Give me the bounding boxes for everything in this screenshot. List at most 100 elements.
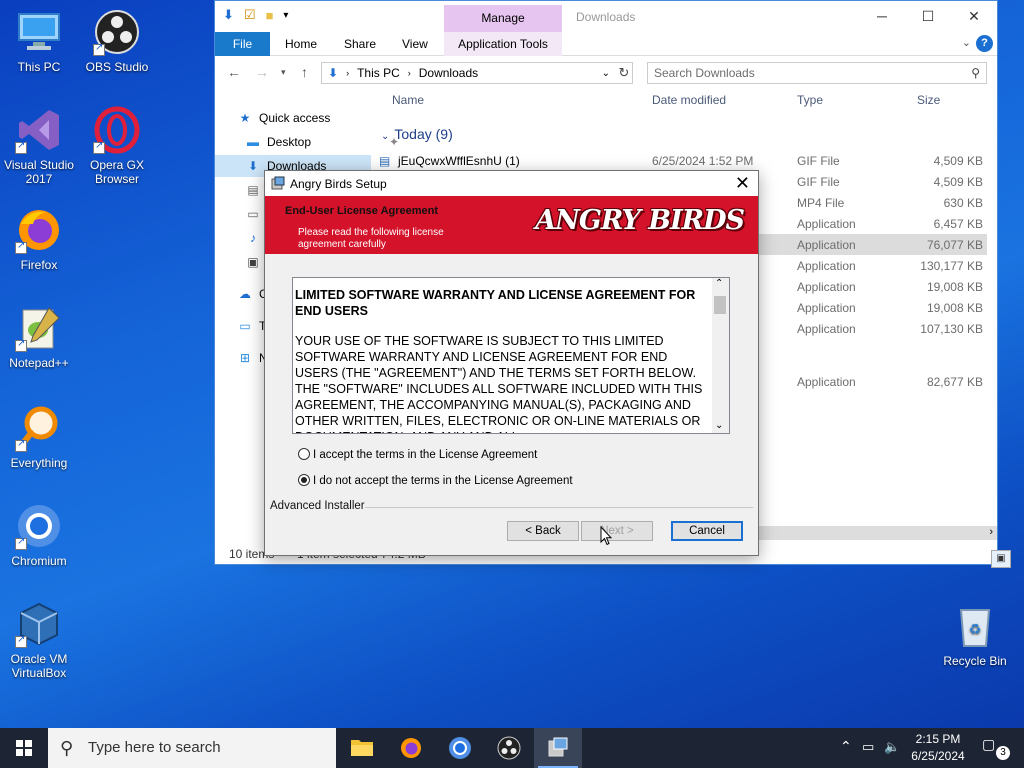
accept-radio[interactable]: I accept the terms in the License Agreem… bbox=[298, 448, 537, 461]
firefox-icon bbox=[15, 206, 63, 254]
license-scrollbar[interactable]: ⌃ ⌄ bbox=[712, 278, 729, 433]
shortcut-arrow-icon bbox=[15, 634, 27, 648]
row-size: 19,008 KB bbox=[926, 301, 983, 315]
taskbar-search-input[interactable]: ⚲ Type here to search bbox=[48, 728, 336, 768]
large-icons-view-icon[interactable]: ▣ bbox=[991, 550, 1011, 568]
up-arrow-icon[interactable]: ↑ bbox=[301, 64, 308, 80]
column-header-size[interactable]: Size bbox=[917, 93, 940, 107]
desktop-icon-recycle-bin[interactable]: ♻ Recycle Bin bbox=[936, 602, 1014, 668]
row-type: GIF File bbox=[797, 154, 840, 168]
scroll-thumb[interactable] bbox=[714, 296, 726, 314]
banner-subheading: Please read the following license agreem… bbox=[298, 227, 444, 250]
search-input[interactable]: Search Downloads ⚲ bbox=[647, 62, 987, 84]
chevron-down-icon[interactable]: ⌄ bbox=[962, 36, 971, 49]
video-icon: ▣ bbox=[247, 255, 259, 269]
shortcut-arrow-icon bbox=[15, 338, 27, 352]
back-button[interactable]: < Back bbox=[507, 521, 579, 541]
decline-radio[interactable]: I do not accept the terms in the License… bbox=[298, 474, 573, 487]
desktop-icon-chromium[interactable]: Chromium bbox=[0, 502, 78, 568]
maximize-button[interactable]: ☐ bbox=[905, 1, 951, 32]
desktop-icon-notepad-plus-plus[interactable]: Notepad++ bbox=[0, 304, 78, 370]
taskbar-angry-birds-setup[interactable] bbox=[534, 728, 582, 768]
taskbar-chromium[interactable] bbox=[436, 728, 484, 768]
computer-icon: ▭ bbox=[239, 319, 251, 333]
breadcrumb-downloads[interactable]: Downloads bbox=[419, 66, 478, 80]
taskbar-firefox[interactable] bbox=[387, 728, 435, 768]
table-row[interactable]: jEuQcwxWfflEsnhU (1) 6/25/2024 1:52 PM GIF… bbox=[375, 150, 987, 171]
horizontal-scrollbar[interactable]: › bbox=[759, 526, 997, 540]
sidebar-item-quick-access[interactable]: ★ Quick access bbox=[237, 107, 393, 129]
scroll-down-icon[interactable]: ⌄ bbox=[715, 420, 723, 431]
scroll-up-icon[interactable]: ⌃ bbox=[715, 278, 723, 289]
notification-count-badge: 3 bbox=[996, 746, 1010, 760]
desktop-icon-firefox[interactable]: Firefox bbox=[0, 206, 78, 272]
row-size: 107,130 KB bbox=[920, 322, 983, 336]
refresh-icon[interactable]: ↻ bbox=[615, 62, 633, 84]
scroll-right-icon[interactable]: › bbox=[989, 526, 993, 538]
row-date: 6/25/2024 1:52 PM bbox=[652, 154, 754, 168]
desktop-icon-everything[interactable]: Everything bbox=[0, 404, 78, 470]
license-heading: LIMITED SOFTWARE WARRANTY AND LICENSE AG… bbox=[295, 288, 696, 318]
new-folder-icon[interactable]: ■ bbox=[266, 8, 274, 23]
manage-context-tab[interactable]: Manage bbox=[444, 5, 562, 32]
start-button[interactable] bbox=[0, 728, 48, 768]
shortcut-arrow-icon bbox=[15, 240, 27, 254]
address-bar[interactable]: ⬇ › This PC › Downloads ⌄ bbox=[321, 62, 633, 84]
accept-label: I accept the terms in the License Agreem… bbox=[313, 449, 538, 461]
group-header-today[interactable]: ⌄ Today (9) bbox=[381, 126, 453, 142]
recent-locations-icon[interactable]: ▾ bbox=[281, 67, 286, 78]
desktop-icon-label: Visual Studio 2017 bbox=[4, 158, 74, 186]
obs-icon bbox=[93, 8, 141, 56]
taskbar-file-explorer[interactable] bbox=[338, 728, 386, 768]
row-size: 130,177 KB bbox=[920, 259, 983, 273]
taskbar-clock[interactable]: 2:15 PM 6/25/2024 bbox=[900, 731, 976, 765]
row-type: MP4 File bbox=[797, 196, 845, 210]
group-label: Today (9) bbox=[394, 126, 453, 142]
radio-decline-icon[interactable] bbox=[298, 474, 310, 486]
desktop-icon-obs-studio[interactable]: OBS Studio bbox=[78, 8, 156, 74]
desktop-icon-opera-gx[interactable]: Opera GX Browser bbox=[78, 106, 156, 186]
visual-studio-icon bbox=[15, 106, 63, 154]
tab-file[interactable]: File bbox=[215, 32, 270, 56]
column-header-type[interactable]: Type bbox=[797, 93, 823, 107]
row-size: 76,077 KB bbox=[926, 238, 983, 252]
tab-application-tools[interactable]: Application Tools bbox=[444, 32, 562, 56]
network-icon[interactable]: ▭ bbox=[862, 739, 874, 755]
dialog-close-icon[interactable]: ✕ bbox=[735, 173, 750, 194]
row-type: Application bbox=[797, 217, 856, 231]
desktop-icon-label: This PC bbox=[17, 60, 61, 74]
dialog-title-bar: Angry Birds Setup ✕ bbox=[265, 171, 758, 196]
radio-accept-icon[interactable] bbox=[298, 448, 310, 460]
notification-center-icon[interactable]: ▢ 3 bbox=[982, 736, 1010, 760]
tab-share[interactable]: Share bbox=[330, 32, 390, 56]
breadcrumb-this-pc[interactable]: This PC bbox=[357, 66, 400, 80]
row-size: 630 KB bbox=[943, 196, 983, 210]
next-button[interactable]: Next > bbox=[581, 521, 653, 541]
installer-app-icon bbox=[271, 176, 285, 190]
search-placeholder: Search Downloads bbox=[654, 66, 755, 80]
show-hidden-icons-icon[interactable]: ⌃ bbox=[840, 738, 852, 755]
volume-muted-icon[interactable]: 🔈 bbox=[884, 739, 900, 755]
license-text-box[interactable]: LIMITED SOFTWARE WARRANTY AND LICENSE AG… bbox=[292, 277, 730, 434]
address-dropdown-icon[interactable]: ⌄ bbox=[602, 68, 610, 79]
close-button[interactable]: ✕ bbox=[951, 1, 997, 32]
back-arrow-icon[interactable]: ← bbox=[227, 64, 241, 80]
cancel-button[interactable]: Cancel bbox=[671, 521, 743, 541]
shortcut-arrow-icon bbox=[15, 438, 27, 452]
column-header-name[interactable]: Name bbox=[392, 93, 424, 107]
taskbar: ⚲ Type here to search ⌃ ▭ 🔈 2:15 PM 6/25… bbox=[0, 728, 1024, 768]
tab-view[interactable]: View bbox=[388, 32, 442, 56]
tab-home[interactable]: Home bbox=[271, 32, 331, 56]
help-icon[interactable]: ? bbox=[976, 35, 993, 52]
properties-icon[interactable]: ☑ bbox=[244, 7, 256, 23]
desktop-icon-virtualbox[interactable]: Oracle VM VirtualBox bbox=[0, 600, 78, 680]
desktop-icon-this-pc[interactable]: This PC bbox=[0, 8, 78, 74]
download-arrow-icon[interactable]: ⬇ bbox=[223, 7, 234, 23]
taskbar-obs[interactable] bbox=[485, 728, 533, 768]
row-name: jEuQcwxWfflEsnhU (1) bbox=[398, 154, 520, 168]
column-header-date[interactable]: Date modified bbox=[652, 93, 726, 107]
desktop-icon-visual-studio[interactable]: Visual Studio 2017 bbox=[0, 106, 78, 186]
minimize-button[interactable]: ─ bbox=[859, 1, 905, 32]
customize-toolbar-icon[interactable]: ▾ bbox=[283, 10, 288, 21]
forward-arrow-icon[interactable]: → bbox=[255, 64, 269, 80]
